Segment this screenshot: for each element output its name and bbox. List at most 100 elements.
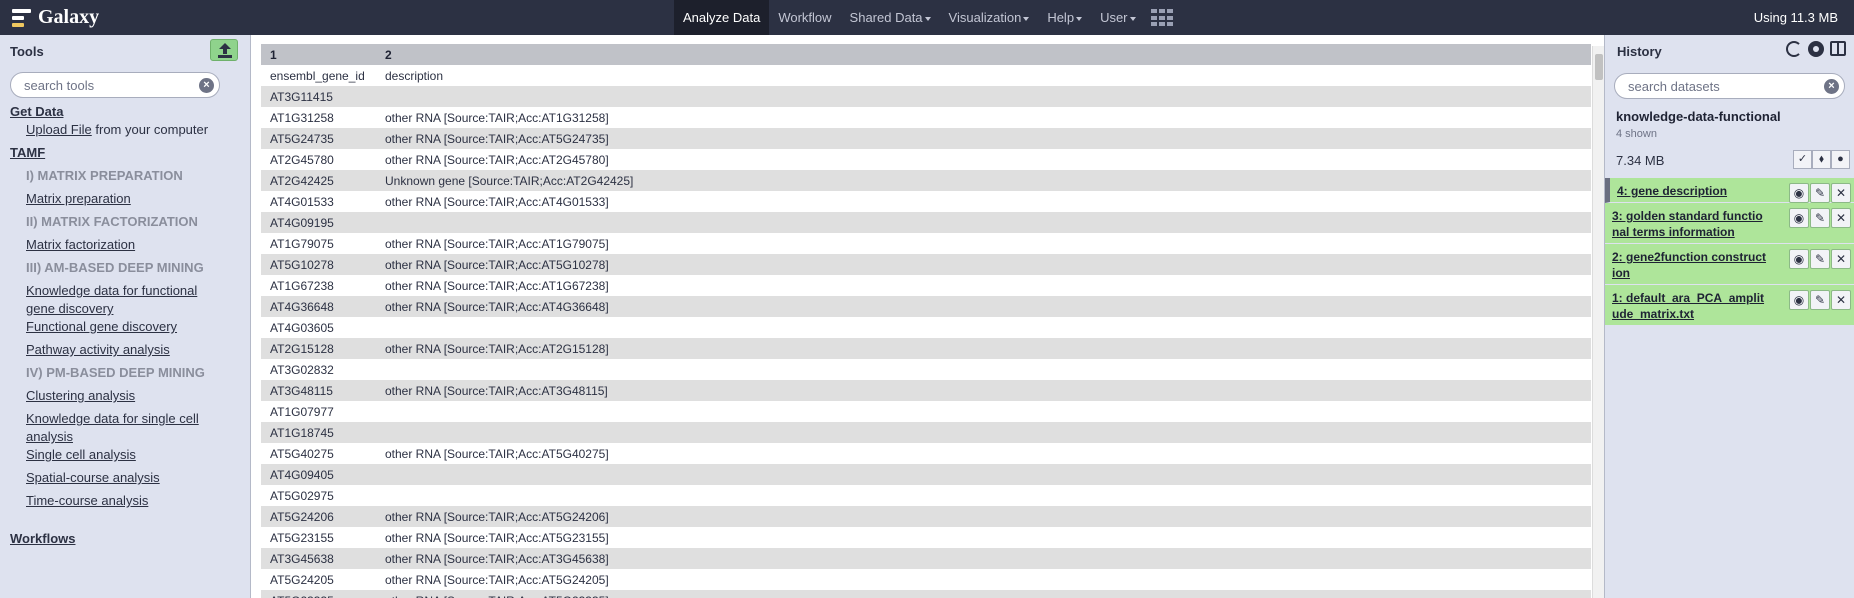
eye-icon[interactable]: ◉ [1789, 208, 1809, 228]
clear-search-icon[interactable]: × [199, 78, 214, 93]
history-dataset-item[interactable]: 2: gene2function construction ◉ ✎ ✕ [1605, 244, 1854, 285]
table-row: AT5G24735 other RNA [Source:TAIR;Acc:AT5G… [261, 128, 1591, 149]
tool-link[interactable]: Matrix preparation [26, 190, 226, 208]
nav-item-help[interactable]: Help [1038, 0, 1091, 35]
tool-link-name[interactable]: Knowledge data for single cell analysis [26, 411, 199, 444]
dataset-scrollbar[interactable] [1592, 46, 1604, 598]
refresh-icon[interactable] [1786, 41, 1802, 57]
table-cell [376, 359, 1591, 380]
tool-link-name[interactable]: Upload File [26, 122, 92, 137]
select-items-icon[interactable]: ✓ [1793, 150, 1812, 169]
scrollbar-thumb[interactable] [1595, 54, 1603, 80]
nav-item-label: Shared Data [849, 10, 923, 25]
tool-section-title[interactable]: TAMF [10, 144, 45, 162]
table-cell: AT2G42425 [270, 173, 334, 188]
tool-section-title[interactable]: Workflows [10, 530, 76, 548]
table-cell: other RNA [Source:TAIR;Acc:AT5G10278] [385, 257, 609, 272]
pencil-icon[interactable]: ✎ [1810, 208, 1830, 228]
tool-link[interactable]: Upload File from your computer [26, 121, 226, 139]
eye-icon[interactable]: ◉ [1789, 290, 1809, 310]
tool-section-title[interactable]: Get Data [10, 103, 63, 121]
history-dataset-item[interactable]: 1: default_ara_PCA_amplitude_matrix.txt ◉… [1605, 285, 1854, 326]
nav-item-analyze-data[interactable]: Analyze Data [674, 0, 770, 35]
eye-icon[interactable]: ◉ [1789, 183, 1809, 203]
table-row: AT3G11415 [261, 86, 1591, 107]
upload-button[interactable] [210, 39, 238, 61]
table-cell: other RNA [Source:TAIR;Acc:AT5G24206] [385, 509, 609, 524]
table-cell: Unknown gene [Source:TAIR;Acc:AT2G42425] [385, 173, 634, 188]
tool-link-name[interactable]: Knowledge data for functional gene disco… [26, 283, 197, 316]
nav-item-shared-data[interactable]: Shared Data [841, 0, 940, 35]
gear-icon[interactable] [1808, 41, 1824, 57]
tool-search-input[interactable] [11, 73, 219, 97]
columns-icon[interactable] [1830, 41, 1846, 56]
table-cell: other RNA [Source:TAIR;Acc:AT4G01533] [385, 194, 609, 209]
grid-icon[interactable] [1150, 9, 1173, 27]
tool-link-name[interactable]: Matrix factorization [26, 237, 135, 252]
table-cell: AT4G01533 [270, 194, 334, 209]
nav-item-workflow[interactable]: Workflow [769, 0, 840, 35]
caret-down-icon [924, 16, 931, 21]
nav-item-user[interactable]: User [1091, 0, 1144, 35]
history-dataset-item[interactable]: 4: gene description ◉ ✎ ✕ [1605, 178, 1854, 203]
tool-link[interactable]: Clustering analysis [26, 387, 226, 405]
table-cell: AT2G15128 [270, 341, 334, 356]
history-size: 7.34 MB [1616, 153, 1665, 168]
table-row: AT1G31258 other RNA [Source:TAIR;Acc:AT1G… [261, 107, 1591, 128]
tool-link[interactable]: Matrix factorization [26, 236, 226, 254]
tags-icon[interactable]: ⬧ [1812, 150, 1831, 169]
table-cell: other RNA [Source:TAIR;Acc:AT3G48115] [385, 383, 608, 398]
tool-link[interactable]: Functional gene discovery [26, 318, 226, 336]
table-cell: AT3G48115 [270, 383, 333, 398]
table-cell: other RNA [Source:TAIR;Acc:AT2G45780] [385, 152, 609, 167]
history-panel: History × knowledge-data-functional 4 sh… [1604, 35, 1854, 598]
eye-icon[interactable]: ◉ [1789, 249, 1809, 269]
table-cell: AT1G18745 [270, 425, 334, 440]
table-cell [376, 212, 1591, 233]
clear-search-icon[interactable]: × [1824, 79, 1839, 94]
tool-link[interactable]: Knowledge data for functional gene disco… [26, 282, 226, 318]
table-cell: AT5G02975 [270, 488, 334, 503]
nav-item-label: Visualization [948, 10, 1022, 25]
annotation-icon[interactable]: ● [1831, 150, 1850, 169]
table-cell: AT4G09195 [270, 215, 334, 230]
tool-link-name[interactable]: Matrix preparation [26, 191, 131, 206]
tool-link[interactable]: Pathway activity analysis [26, 341, 226, 359]
history-search-input[interactable] [1615, 74, 1844, 98]
column-header: 1 [261, 44, 376, 65]
table-cell [376, 401, 1591, 422]
table-cell [376, 317, 1591, 338]
tool-panel-header: Tools [0, 35, 250, 65]
tool-link[interactable]: Single cell analysis [26, 446, 226, 464]
pencil-icon[interactable]: ✎ [1810, 183, 1830, 203]
table-row: AT2G45780 other RNA [Source:TAIR;Acc:AT2G… [261, 149, 1591, 170]
table-cell: other RNA [Source:TAIR;Acc:AT5G23335] [376, 590, 1591, 598]
table-cell: AT4G09405 [270, 467, 334, 482]
table-cell: AT4G36648 [270, 299, 334, 314]
delete-icon[interactable]: ✕ [1831, 290, 1851, 310]
delete-icon[interactable]: ✕ [1831, 208, 1851, 228]
history-name[interactable]: knowledge-data-functional [1616, 109, 1781, 124]
tool-link-name[interactable]: Functional gene discovery [26, 319, 177, 334]
tool-link-name[interactable]: Pathway activity analysis [26, 342, 170, 357]
tool-link[interactable]: Spatial-course analysis [26, 469, 226, 487]
tool-link[interactable]: Knowledge data for single cell analysis [26, 410, 226, 446]
tool-link-name[interactable]: Time-course analysis [26, 493, 148, 508]
table-row: AT4G36648 other RNA [Source:TAIR;Acc:AT4G… [261, 296, 1591, 317]
tool-link-name[interactable]: Single cell analysis [26, 447, 136, 462]
tool-link-name[interactable]: Clustering analysis [26, 388, 135, 403]
history-search: × [1614, 73, 1845, 99]
pencil-icon[interactable]: ✎ [1810, 290, 1830, 310]
brand[interactable]: Galaxy [12, 6, 99, 29]
pencil-icon[interactable]: ✎ [1810, 249, 1830, 269]
delete-icon[interactable]: ✕ [1831, 183, 1851, 203]
nav-item-visualization[interactable]: Visualization [940, 0, 1039, 35]
delete-icon[interactable]: ✕ [1831, 249, 1851, 269]
tool-link-name[interactable]: Spatial-course analysis [26, 470, 160, 485]
history-dataset-item[interactable]: 3: golden standard functional terms info… [1605, 203, 1854, 244]
table-cell: AT4G03605 [270, 320, 334, 335]
tool-link[interactable]: Time-course analysis [26, 492, 226, 510]
history-panel-title: History [1617, 44, 1662, 59]
history-actions: ✓ ⬧ ● [1793, 150, 1850, 169]
quota-meter[interactable]: Using 11.3 MB [1754, 0, 1838, 35]
